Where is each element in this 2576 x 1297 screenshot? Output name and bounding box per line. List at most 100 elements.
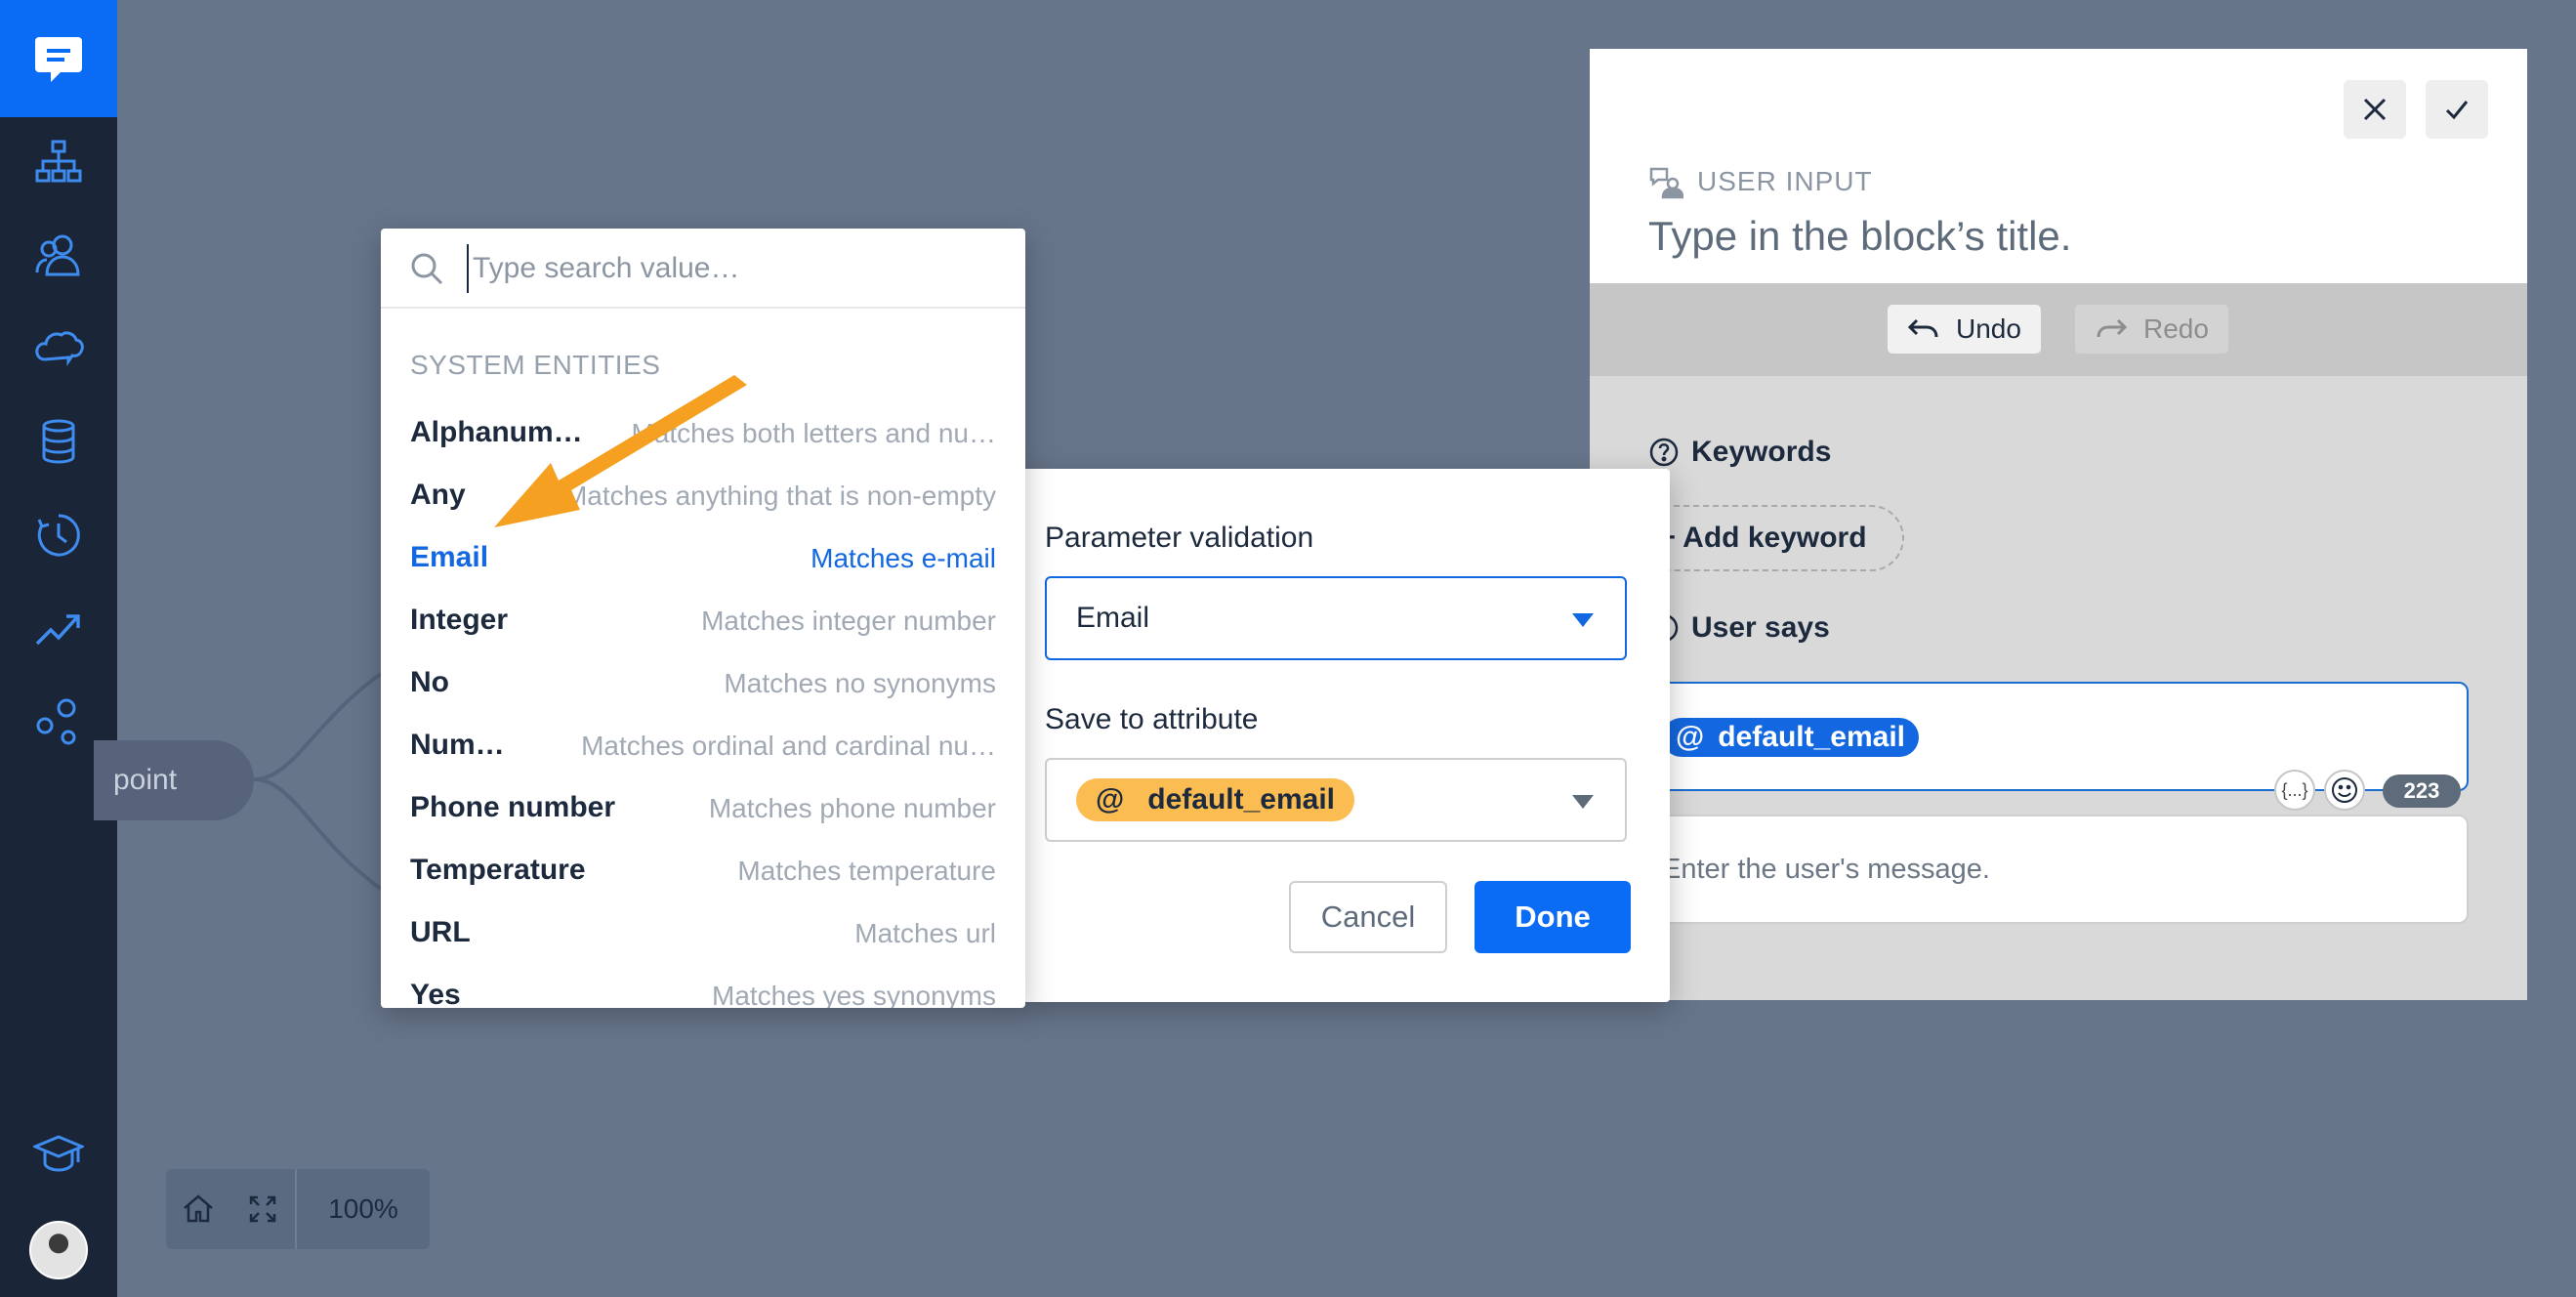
entity-name: Temperature [410, 854, 586, 886]
hierarchy-icon [35, 140, 82, 183]
entity-dropdown: SYSTEM ENTITIES Alphanum… Matches both l… [381, 229, 1025, 1008]
sidebar-item-history[interactable] [29, 506, 88, 565]
character-count-badge: 223 [2383, 774, 2461, 808]
sidebar-item-training[interactable] [29, 318, 88, 377]
entity-description: Matches phone number [708, 793, 996, 823]
check-icon [2445, 101, 2469, 120]
entity-description: Matches e-mail [810, 543, 996, 573]
insert-variable-button[interactable]: {...} [2274, 770, 2315, 811]
attribute-chip-label: default_email [1147, 783, 1335, 816]
redo-button[interactable]: Redo [2075, 305, 2228, 354]
chat-bot-logo-icon [35, 37, 82, 82]
zoom-level: 100% [328, 1193, 398, 1224]
entity-option-yes[interactable]: Yes Matches yes synonyms [381, 967, 1025, 1008]
chevron-down-icon [1572, 795, 1594, 809]
cloud-chat-icon [35, 331, 84, 366]
search-icon [411, 253, 443, 285]
entity-description: Matches no synonyms [724, 668, 996, 698]
cancel-button[interactable]: Cancel [1289, 881, 1447, 953]
node-connector-lines [254, 672, 383, 891]
sidebar-item-data[interactable] [29, 412, 88, 471]
entity-name: Phone number [410, 791, 616, 823]
block-type-label: USER INPUT [1697, 166, 1873, 196]
at-icon: @ [1096, 783, 1125, 816]
keywords-label: Keywords [1691, 436, 1832, 468]
parameter-validation-label: Parameter validation [1045, 522, 1314, 554]
undo-label: Undo [1956, 314, 2021, 344]
database-icon [42, 419, 75, 464]
block-editor-panel: USER INPUT Type in the block’s title. Un… [1590, 49, 2527, 1000]
entity-name: Num… [410, 729, 505, 761]
done-button[interactable]: Done [1475, 881, 1631, 953]
annotation-arrow-icon [494, 375, 747, 527]
integrations-icon [36, 698, 76, 745]
keywords-heading: Keywords [1648, 436, 1831, 469]
app-logo[interactable] [0, 0, 117, 117]
entity-search-input[interactable] [467, 244, 994, 293]
history-toolbar: Undo Redo [1590, 283, 2527, 376]
home-icon [184, 1194, 213, 1223]
zoom-controls: 100% [166, 1169, 430, 1249]
sidebar-item-analytics[interactable] [29, 599, 88, 657]
redo-label: Redo [2143, 314, 2209, 344]
user-input-icon [1649, 167, 1683, 199]
block-title-input[interactable]: Type in the block’s title. [1648, 213, 2071, 260]
close-button[interactable] [2344, 80, 2406, 139]
users-icon [35, 234, 80, 276]
entity-option-no[interactable]: No Matches no synonyms [381, 654, 1025, 717]
user-avatar[interactable] [29, 1221, 88, 1279]
entity-name: Integer [410, 604, 509, 636]
attribute-chip[interactable]: @ default_email [1662, 718, 1919, 757]
attribute-chip: @ default_email [1076, 778, 1354, 821]
user-says-label: User says [1691, 611, 1830, 644]
entity-name: Yes [410, 979, 461, 1008]
undo-button[interactable]: Undo [1888, 305, 2041, 354]
smiley-icon [2332, 777, 2357, 803]
entity-name: Email [410, 541, 489, 573]
sidebar-item-users[interactable] [29, 226, 88, 284]
user-message-input[interactable]: Enter the user's message. [1621, 815, 2469, 924]
entity-description: Matches yes synonyms [712, 981, 996, 1008]
entity-name: No [410, 666, 449, 698]
entity-option-integer[interactable]: Integer Matches integer number [381, 592, 1025, 654]
help-icon[interactable] [1648, 437, 1680, 468]
close-icon [2363, 98, 2387, 121]
parameter-validation-value: Email [1076, 602, 1150, 634]
block-editor-header: USER INPUT Type in the block’s title. [1590, 49, 2527, 283]
sidebar-item-stories[interactable] [29, 132, 88, 190]
history-clock-icon [37, 514, 80, 557]
user-says-heading: User says [1648, 611, 1830, 645]
save-to-attribute-label: Save to attribute [1045, 703, 1259, 735]
redo-icon [2097, 318, 2128, 338]
graduation-cap-icon [33, 1135, 84, 1172]
confirm-button[interactable] [2426, 80, 2488, 139]
entity-option-url[interactable]: URL Matches url [381, 904, 1025, 967]
parameter-validation-select[interactable]: Email [1045, 576, 1627, 660]
attribute-chip-label: default_email [1718, 721, 1905, 753]
sidebar-item-integrations[interactable] [29, 692, 88, 751]
save-to-attribute-select[interactable]: @ default_email [1045, 758, 1627, 842]
undo-icon [1907, 318, 1938, 338]
entity-description: Matches url [854, 918, 996, 948]
entity-option-temperature[interactable]: Temperature Matches temperature [381, 842, 1025, 904]
at-icon: @ [1676, 721, 1705, 753]
parameter-validation-dialog: Parameter validation Email Save to attri… [1019, 469, 1670, 1002]
block-type: USER INPUT [1648, 164, 1873, 199]
home-button[interactable] [166, 1169, 230, 1249]
fit-screen-button[interactable] [230, 1169, 295, 1249]
start-point-label: point [113, 764, 178, 796]
trending-chart-icon [35, 614, 80, 646]
entity-option-phone-number[interactable]: Phone number Matches phone number [381, 779, 1025, 842]
variable-braces-icon: {...} [2281, 779, 2308, 800]
chevron-down-icon [1572, 613, 1594, 627]
emoji-button[interactable] [2324, 770, 2365, 811]
entity-name: URL [410, 916, 471, 948]
entity-name: Any [410, 479, 466, 511]
entity-description: Matches ordinal and cardinal nu… [581, 731, 996, 761]
sidebar-item-academy[interactable] [29, 1123, 88, 1182]
start-point-node[interactable]: point [94, 740, 254, 820]
entity-description: Matches temperature [737, 856, 996, 886]
entity-option-number[interactable]: Num… Matches ordinal and cardinal nu… [381, 717, 1025, 779]
expand-icon [249, 1195, 276, 1223]
entity-search-row [381, 229, 1025, 309]
